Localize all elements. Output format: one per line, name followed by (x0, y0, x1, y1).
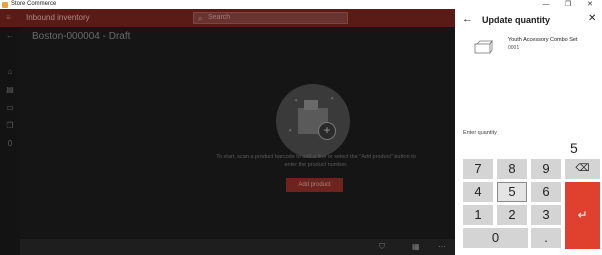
product-id: 0001 (508, 45, 520, 51)
window-close-button[interactable]: ✕ (580, 0, 600, 9)
numpad-key-7[interactable]: 7 (463, 159, 493, 179)
numpad-key-6[interactable]: 6 (531, 182, 561, 202)
search-placeholder: Search (208, 14, 231, 21)
sparkle-icon: ✦ (288, 128, 293, 134)
numpad-key-5[interactable]: 5 (497, 182, 527, 202)
numpad-key-9[interactable]: 9 (531, 159, 561, 179)
save-icon[interactable]: ▦ (412, 242, 420, 251)
home-icon[interactable]: ⌂ (5, 67, 15, 77)
empty-state-text: To start, scan a product barcode to add … (216, 154, 416, 168)
menu-icon[interactable]: ≡ (6, 13, 11, 22)
numpad-key-1[interactable]: 1 (463, 205, 493, 225)
main-content: Boston-000004 - Draft ✦ ✦ ✦ + To start, … (20, 27, 455, 239)
search-icon: ⌕ (198, 14, 203, 23)
documents-icon[interactable]: ❐ (5, 121, 15, 131)
quantity-label: Enter quantity (463, 130, 497, 136)
enter-icon[interactable]: ↵ (565, 182, 600, 249)
bottom-toolbar: ⛉ ▦ ⋯ (20, 239, 455, 255)
numpad-key-8[interactable]: 8 (497, 159, 527, 179)
window-titlebar: Store Commerce — ❐ ✕ (0, 0, 602, 9)
app-header: ≡ Inbound inventory ⌕ Search (0, 9, 455, 27)
products-icon[interactable]: ▤ (5, 85, 15, 95)
box-plus-icon: ✦ ✦ ✦ + (276, 84, 350, 158)
update-quantity-panel: ← Update quantity ✕ Youth Accessory Comb… (455, 9, 602, 255)
numpad-key-2[interactable]: 2 (497, 205, 527, 225)
numpad-key-4[interactable]: 4 (463, 182, 493, 202)
back-icon[interactable]: ← (462, 13, 473, 25)
filter-icon[interactable]: ⛉ (379, 242, 385, 252)
back-icon[interactable]: ← (5, 31, 15, 41)
product-name: Youth Accessory Combo Set (508, 37, 578, 43)
more-icon[interactable]: ⋯ (438, 242, 446, 251)
search-input[interactable]: ⌕ Search (193, 12, 348, 24)
window-title: Store Commerce (11, 1, 57, 7)
product-icon (474, 40, 493, 54)
backspace-icon[interactable]: ⌫ (565, 159, 600, 179)
box-lid-shape (304, 100, 318, 110)
close-icon[interactable]: ✕ (588, 13, 596, 24)
navigation-rail: ← ⌂ ▤ ▭ ❐ 0 (0, 27, 20, 255)
panel-title: Update quantity (482, 15, 551, 25)
count-badge: 0 (7, 139, 13, 148)
app-icon (2, 1, 8, 8)
numpad-key-3[interactable]: 3 (531, 205, 561, 225)
plus-icon: + (318, 122, 336, 140)
minimize-button[interactable]: — (536, 0, 556, 9)
page-title: Boston-000004 - Draft (32, 31, 131, 42)
numpad-key-decimal[interactable]: . (531, 228, 561, 248)
video-icon[interactable]: ▭ (5, 103, 15, 113)
numpad-key-0[interactable]: 0 (463, 228, 528, 248)
quantity-field[interactable]: 5 (570, 140, 578, 156)
sparkle-icon: ✦ (294, 98, 299, 104)
add-product-button[interactable]: Add product (286, 178, 343, 192)
module-title: Inbound inventory (26, 13, 90, 22)
sparkle-icon: ✦ (330, 96, 335, 102)
maximize-button[interactable]: ❐ (558, 0, 578, 9)
